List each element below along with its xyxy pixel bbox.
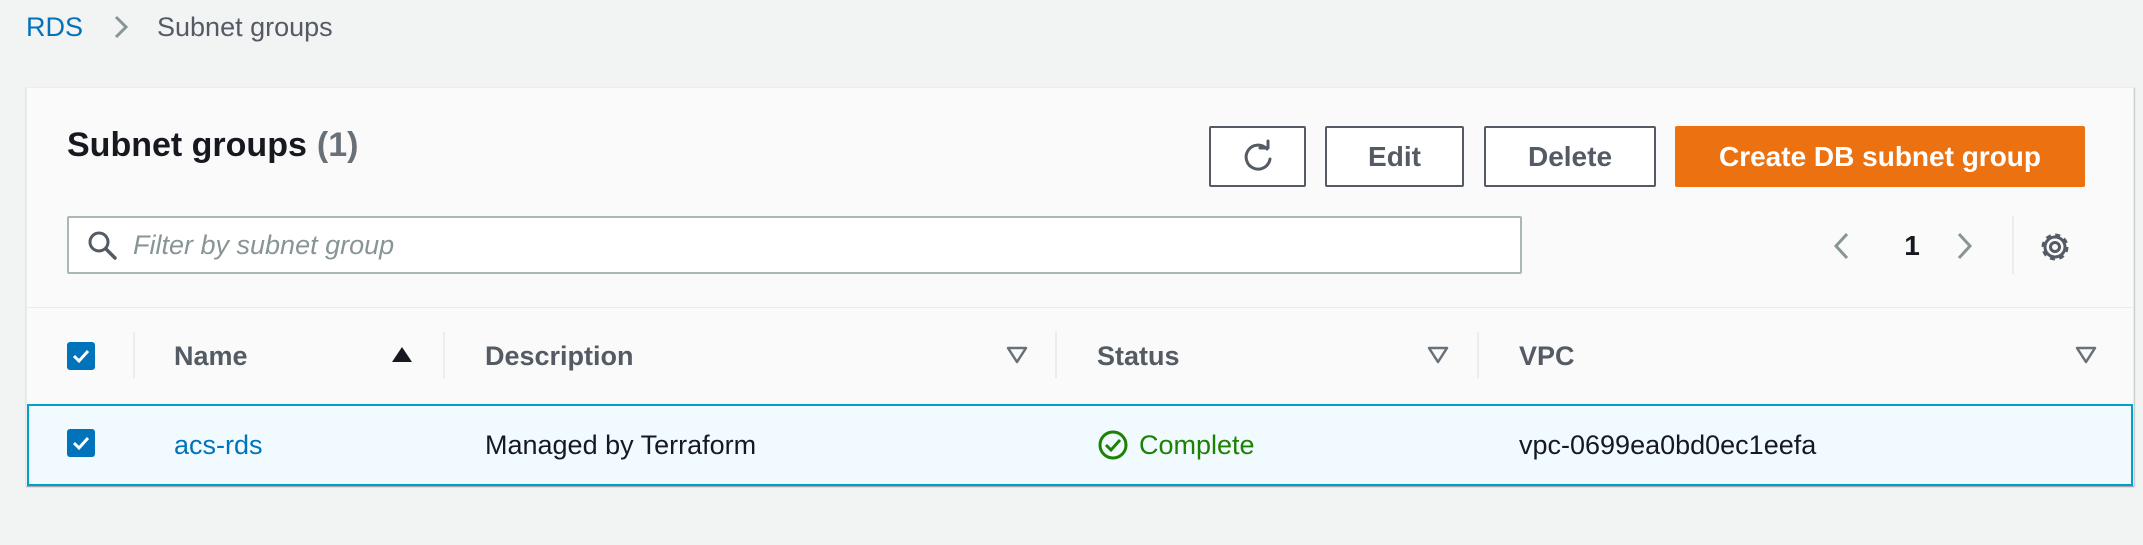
column-header-label: VPC [1519,340,1575,371]
search-input[interactable] [133,225,1433,265]
page-title: Subnet groups (1) [67,126,358,165]
title-text: Subnet groups [67,126,307,164]
checkmark-icon [72,436,90,451]
row-checkbox[interactable] [67,429,95,457]
table-row[interactable]: acs-rds Managed by Terraform Complete vp… [27,404,2133,486]
edit-button[interactable]: Edit [1325,126,1464,187]
create-db-subnet-group-button[interactable]: Create DB subnet group [1675,126,2085,187]
refresh-button[interactable] [1209,126,1306,187]
previous-page-icon[interactable] [1827,226,1857,266]
chevron-right-icon [113,14,129,40]
status-badge: Complete [1097,429,1255,461]
column-header-description[interactable]: Description [485,308,634,404]
title-count: (1) [316,126,359,164]
delete-button[interactable]: Delete [1484,126,1656,187]
sort-caret-icon[interactable] [1427,344,1449,366]
column-header-status[interactable]: Status [1097,308,1180,404]
column-header-label: Name [174,340,248,371]
page-number-button[interactable]: 1 [1897,226,1927,266]
cell-name: acs-rds [174,406,263,484]
cell-status: Complete [1097,406,1255,484]
subnet-group-link[interactable]: acs-rds [174,430,263,461]
column-divider [1055,332,1057,378]
column-divider [133,332,135,378]
panel-header: Subnet groups (1) Edit Delete Create DB … [27,88,2133,308]
subnet-groups-panel: Subnet groups (1) Edit Delete Create DB … [26,87,2134,486]
column-header-name[interactable]: Name [174,308,248,404]
next-page-icon[interactable] [1949,226,1979,266]
sort-ascending-icon[interactable] [391,344,413,366]
vpc-id-text: vpc-0699ea0bd0ec1eefa [1519,429,1817,460]
table-header: Name Description Status VPC [27,308,2133,404]
column-header-label: Status [1097,340,1180,371]
breadcrumb-current: Subnet groups [157,11,333,42]
cell-vpc: vpc-0699ea0bd0ec1eefa [1519,406,1816,484]
description-text: Managed by Terraform [485,429,757,460]
pager-divider [2012,216,2014,274]
column-divider [1477,332,1479,378]
cell-description: Managed by Terraform [485,406,756,484]
breadcrumb: RDS Subnet groups [26,8,333,46]
column-divider [443,332,445,378]
column-header-vpc[interactable]: VPC [1519,308,1575,404]
select-all-checkbox[interactable] [67,342,95,370]
breadcrumb-rds-link[interactable]: RDS [26,12,83,43]
gear-icon[interactable] [2036,228,2074,266]
status-text: Complete [1139,429,1255,460]
search-icon [88,231,117,260]
check-circle-icon [1098,430,1128,460]
sort-caret-icon[interactable] [1006,344,1028,366]
search-field [67,216,1522,274]
refresh-icon [1244,139,1271,171]
column-header-label: Description [485,340,634,371]
checkmark-icon [72,349,90,364]
sort-caret-icon[interactable] [2075,344,2097,366]
